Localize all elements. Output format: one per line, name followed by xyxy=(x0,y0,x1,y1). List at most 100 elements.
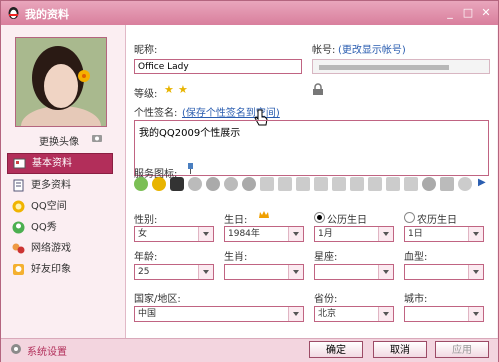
birth-year-select[interactable]: 1984年 xyxy=(224,226,304,242)
zodiac-select[interactable] xyxy=(224,264,304,280)
level-star-icon: ★ xyxy=(164,83,174,96)
city-label: 城市: xyxy=(404,294,428,305)
birth-month-select[interactable]: 1月 xyxy=(314,226,394,242)
sidebar-nav: 基本资料 更多资料 QQ空间 QQ秀 网络游戏 好友印象 xyxy=(7,153,113,281)
sidebar-item-label: QQ空间 xyxy=(31,201,67,212)
age-select[interactable]: 25 xyxy=(134,264,214,280)
sidebar-item-games[interactable]: 网络游戏 xyxy=(7,239,113,258)
sidebar-item-label: 好友印象 xyxy=(31,264,71,275)
gear-icon[interactable] xyxy=(9,342,23,356)
account-label: 帐号: xyxy=(312,45,336,56)
province-value: 北京 xyxy=(318,309,337,319)
birthday-label: 生日: xyxy=(224,215,248,226)
gender-select[interactable]: 女 xyxy=(134,226,214,242)
sidebar-item-qzone[interactable]: QQ空间 xyxy=(7,197,113,216)
service-gray-icon[interactable] xyxy=(458,177,472,191)
qqshow-icon xyxy=(12,221,25,234)
id-card-icon xyxy=(13,158,26,169)
country-label: 国家/地区: xyxy=(134,294,181,305)
country-select[interactable]: 中国 xyxy=(134,306,304,322)
system-settings-link[interactable]: 系统设置 xyxy=(27,343,67,358)
blood-type-select[interactable] xyxy=(404,264,484,280)
country-value: 中国 xyxy=(138,309,157,319)
blood-type-label: 血型: xyxy=(404,252,428,263)
age-label: 年龄: xyxy=(134,252,158,263)
change-account-link[interactable]: (更改显示帐号) xyxy=(338,41,406,56)
close-icon[interactable]: ✕ xyxy=(477,6,495,20)
title-bar[interactable]: 我的资料 _ □ ✕ xyxy=(1,1,498,25)
maximize-icon[interactable]: □ xyxy=(459,6,477,20)
chevron-down-icon xyxy=(378,307,393,321)
birth-day-select[interactable]: 1日 xyxy=(404,226,484,242)
diamond-icon[interactable] xyxy=(332,177,346,191)
apply-button[interactable]: 应用 xyxy=(435,341,489,358)
window-title: 我的资料 xyxy=(25,8,69,21)
left-panel: 更换头像 基本资料 更多资料 QQ空间 QQ秀 网络游戏 好友印象 xyxy=(1,25,125,338)
chevron-down-icon xyxy=(288,265,303,279)
service-qqshow-icon[interactable] xyxy=(134,177,148,191)
sidebar-item-label: QQ秀 xyxy=(31,222,57,233)
sidebar-item-qqshow[interactable]: QQ秀 xyxy=(7,218,113,237)
service-game-icon[interactable] xyxy=(224,177,238,191)
cancel-button[interactable]: 取消 xyxy=(373,341,427,358)
lunar-birthday-label: 农历生日 xyxy=(417,215,457,226)
birth-month-value: 1月 xyxy=(318,229,333,239)
chevron-down-icon xyxy=(468,265,483,279)
service-music-icon[interactable] xyxy=(206,177,220,191)
signature-label: 个性签名: xyxy=(134,108,178,119)
diamond-icon[interactable] xyxy=(296,177,310,191)
diamond-icon[interactable] xyxy=(368,177,382,191)
profile-window: 我的资料 _ □ ✕ 更换头像 基本资料 更多资料 QQ空间 QQ秀 网络游戏 … xyxy=(0,0,499,362)
zodiac-label: 生肖: xyxy=(224,252,248,263)
sidebar-item-label: 网络游戏 xyxy=(31,243,71,254)
qq-penguin-icon xyxy=(8,7,19,19)
diamond-icon[interactable] xyxy=(314,177,328,191)
chevron-down-icon xyxy=(288,307,303,321)
solar-birthday-label: 公历生日 xyxy=(327,215,367,226)
diamond-icon[interactable] xyxy=(350,177,364,191)
star-sign-label: 星座: xyxy=(314,252,338,263)
lock-icon xyxy=(313,83,323,95)
nickname-input[interactable]: Office Lady xyxy=(134,59,302,74)
document-icon xyxy=(13,179,24,192)
lunar-birthday-radio[interactable] xyxy=(404,212,415,223)
change-avatar-link[interactable]: 更换头像 xyxy=(39,133,79,148)
gender-value: 女 xyxy=(138,229,148,239)
service-member-icon[interactable] xyxy=(242,177,256,191)
gender-label: 性别: xyxy=(134,215,158,226)
diamond-icon[interactable] xyxy=(386,177,400,191)
level-star-icon: ★ xyxy=(178,83,188,96)
crown-icon xyxy=(259,211,269,218)
sidebar-item-more-info[interactable]: 更多资料 xyxy=(7,176,113,195)
ok-button[interactable]: 确定 xyxy=(309,341,363,358)
minimize-icon[interactable]: _ xyxy=(441,6,459,20)
province-label: 省份: xyxy=(314,294,338,305)
chevron-down-icon xyxy=(198,227,213,241)
province-select[interactable]: 北京 xyxy=(314,306,394,322)
service-pet-icon[interactable] xyxy=(188,177,202,191)
service-qzone-icon[interactable] xyxy=(152,177,166,191)
city-select[interactable] xyxy=(404,306,484,322)
service-mail-icon[interactable] xyxy=(260,177,274,191)
game-icon xyxy=(12,243,25,254)
camera-icon[interactable] xyxy=(91,132,103,144)
main-panel: 昵称: Office Lady 帐号: (更改显示帐号) 等级: ★ ★ 个性签… xyxy=(125,25,497,338)
chevron-down-icon xyxy=(468,227,483,241)
scroll-right-icon[interactable]: ▶ xyxy=(478,177,486,188)
service-extra-icon[interactable] xyxy=(422,177,436,191)
qzone-star-icon xyxy=(12,200,25,213)
diamond-icon[interactable] xyxy=(278,177,292,191)
star-sign-select[interactable] xyxy=(314,264,394,280)
sidebar-item-label: 基本资料 xyxy=(32,158,72,169)
service-penguin-icon[interactable] xyxy=(170,177,184,191)
avatar[interactable] xyxy=(15,37,107,127)
account-field xyxy=(312,59,490,74)
sidebar-item-basic-info[interactable]: 基本资料 xyxy=(7,153,113,174)
birth-year-value: 1984年 xyxy=(228,229,260,239)
service-phone-icon[interactable] xyxy=(440,177,454,191)
solar-birthday-radio[interactable] xyxy=(314,212,325,223)
sidebar-item-impressions[interactable]: 好友印象 xyxy=(7,260,113,279)
diamond-icon[interactable] xyxy=(404,177,418,191)
chevron-down-icon xyxy=(378,227,393,241)
impression-icon xyxy=(13,264,24,275)
